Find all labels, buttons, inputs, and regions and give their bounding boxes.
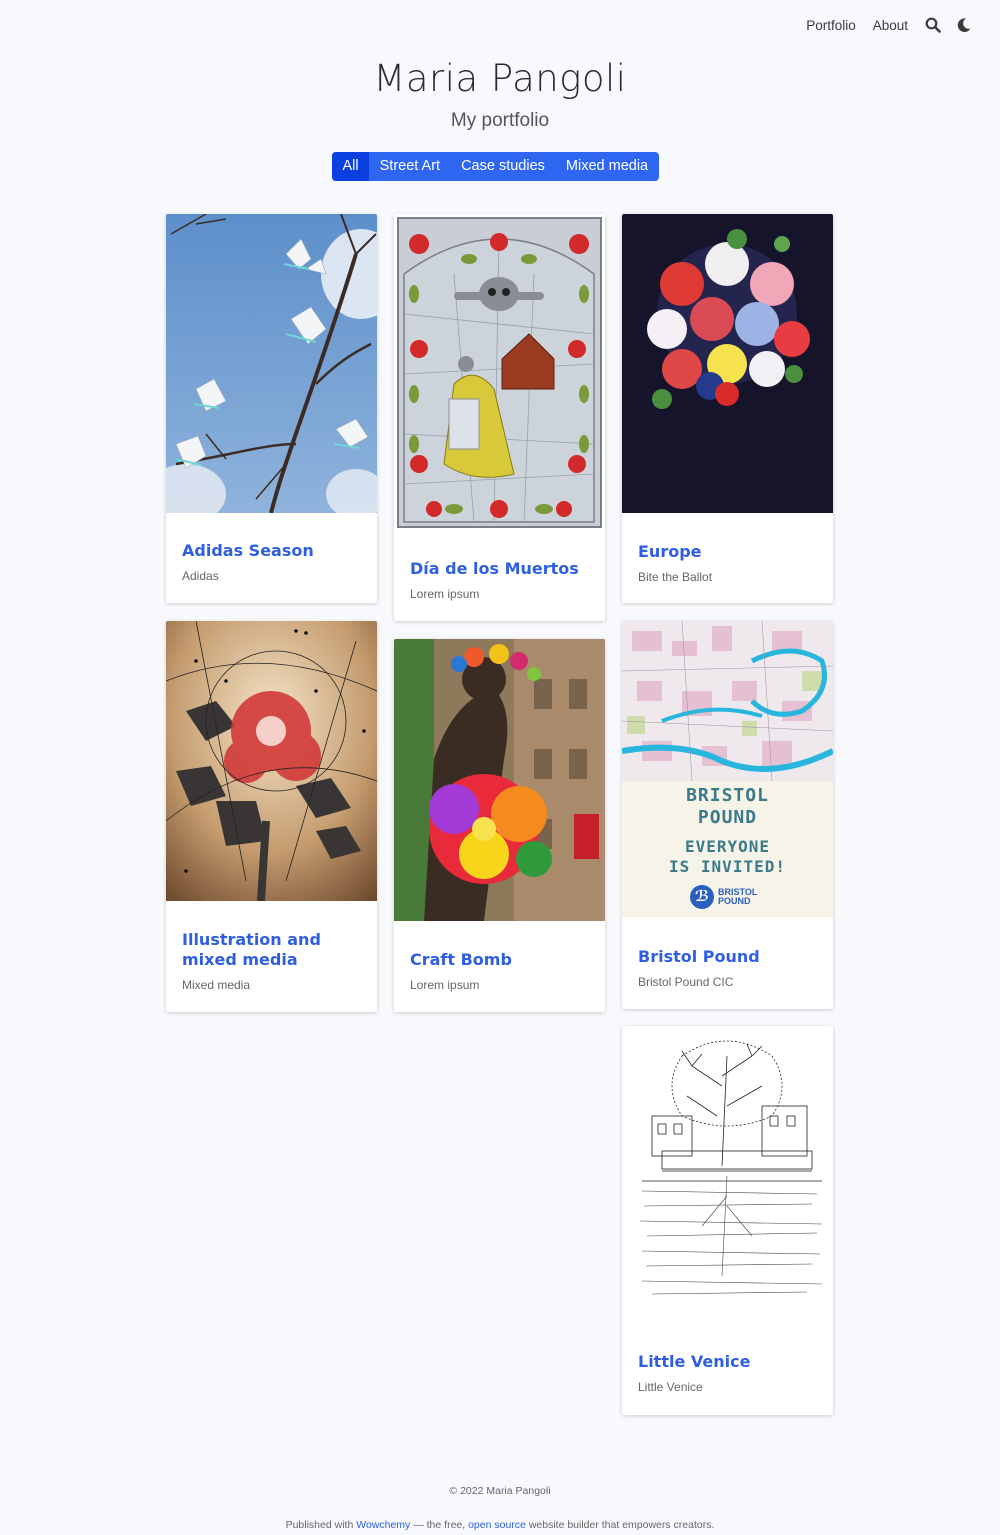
page-title: Maria Pangoli	[373, 57, 627, 100]
nav-portfolio-link[interactable]: Portfolio	[806, 18, 856, 33]
card-title[interactable]: Europe	[638, 542, 817, 562]
card-subtitle: Mixed media	[182, 978, 251, 992]
pound-logo-icon: ℬ	[690, 885, 714, 909]
wowchemy-link[interactable]: Wowchemy	[356, 1519, 410, 1531]
portfolio-card-adidas-season[interactable]: Adidas Season Adidas	[166, 214, 377, 603]
moon-icon[interactable]	[956, 17, 972, 33]
card-title[interactable]: Illustration and mixed media	[182, 930, 361, 970]
card-title[interactable]: Adidas Season	[182, 541, 361, 561]
card-image[interactable]	[166, 214, 377, 513]
open-source-link[interactable]: open source	[468, 1519, 526, 1531]
portfolio-card-europe[interactable]: Europe Bite the Ballot	[622, 214, 833, 603]
card-image[interactable]	[166, 621, 377, 901]
search-icon[interactable]	[925, 17, 941, 33]
poster-line: BRISTOL	[686, 785, 769, 806]
nav-about-link[interactable]: About	[873, 18, 908, 33]
footer-published: Published with Wowchemy — the free, open…	[0, 1519, 1000, 1531]
card-subtitle: Bite the Ballot	[638, 570, 713, 584]
bristol-pound-poster-text: BRISTOL POUND EVERYONE IS INVITED!	[622, 785, 833, 877]
filter-all[interactable]: All	[332, 152, 370, 181]
card-title[interactable]: Bristol Pound	[638, 947, 817, 967]
footer-text: Published with	[285, 1519, 354, 1531]
portfolio-card-little-venice[interactable]: Little Venice Little Venice	[622, 1026, 833, 1415]
card-title[interactable]: Little Venice	[638, 1352, 817, 1372]
card-title[interactable]: Craft Bomb	[410, 950, 589, 970]
portfolio-card-dia-de-los-muertos[interactable]: Día de los Muertos Lorem ipsum	[394, 214, 605, 621]
card-image[interactable]	[394, 214, 605, 530]
card-title[interactable]: Día de los Muertos	[410, 559, 589, 579]
portfolio-filter-group: All Street Art Case studies Mixed media	[332, 152, 659, 181]
card-subtitle: Lorem ipsum	[410, 978, 480, 992]
page-subtitle: My portfolio	[450, 110, 550, 131]
card-image[interactable]	[622, 1026, 833, 1322]
filter-mixed-media[interactable]: Mixed media	[555, 152, 658, 181]
portfolio-card-illustration-mixed-media[interactable]: Illustration and mixed media Mixed media	[166, 621, 377, 1012]
footer-text: website builder that empowers creators.	[528, 1519, 715, 1531]
card-subtitle: Bristol Pound CIC	[638, 975, 734, 989]
card-image[interactable]	[622, 214, 833, 513]
logo-text: POUND	[718, 896, 751, 906]
footer-text: — the free,	[413, 1519, 466, 1531]
page-header: Maria Pangoli My portfolio	[0, 56, 1000, 132]
filter-street-art[interactable]: Street Art	[369, 152, 450, 181]
card-subtitle: Little Venice	[638, 1380, 703, 1394]
portfolio-card-craft-bomb[interactable]: Craft Bomb Lorem ipsum	[394, 639, 605, 1012]
poster-line: POUND	[697, 807, 758, 828]
card-subtitle: Adidas	[182, 569, 219, 583]
filter-case-studies[interactable]: Case studies	[451, 152, 556, 181]
footer-copyright: © 2022 Maria Pangoli	[449, 1485, 551, 1497]
portfolio-card-bristol-pound[interactable]: BRISTOL POUND EVERYONE IS INVITED! ℬ BRI…	[622, 621, 833, 1009]
card-subtitle: Lorem ipsum	[410, 587, 480, 601]
poster-line: EVERYONE	[684, 837, 771, 856]
card-image[interactable]: BRISTOL POUND EVERYONE IS INVITED! ℬ BRI…	[622, 621, 833, 917]
poster-line: IS INVITED!	[669, 857, 786, 876]
top-nav: Portfolio About	[789, 17, 972, 33]
card-image[interactable]	[394, 639, 605, 921]
bristol-pound-logo: ℬ BRISTOL POUND	[690, 885, 757, 909]
